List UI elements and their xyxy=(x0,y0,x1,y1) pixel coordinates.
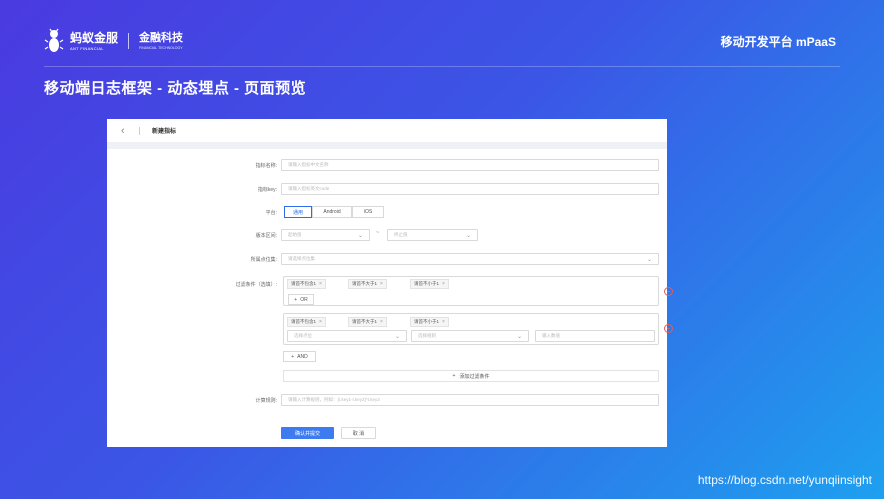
chevron-down-icon: ⌄ xyxy=(516,334,522,340)
add-condition-label: 添加过滤条件 xyxy=(459,373,490,380)
filter-label: 过滤条件（选填）: xyxy=(235,282,277,288)
add-or-button[interactable]: + OR xyxy=(288,294,314,305)
chevron-down-icon: ⌄ xyxy=(394,334,400,340)
platform-option-general[interactable]: 通用 xyxy=(284,206,312,218)
cancel-button[interactable]: 取 消 xyxy=(341,427,376,439)
remove-group-1-icon[interactable] xyxy=(664,287,673,296)
header-divider xyxy=(44,66,840,67)
chevron-down-icon: ⌄ xyxy=(646,257,652,263)
condition-tag[interactable]: 请首不包含1 × xyxy=(287,317,326,327)
watermark: https://blog.csdn.net/yunqiinsight xyxy=(697,473,872,487)
chevron-down-icon: ⌄ xyxy=(465,233,471,239)
logo-cn: 蚂蚁金服 xyxy=(70,30,119,45)
tag-text: 请首不包含1 xyxy=(291,319,317,324)
platform-option-ios[interactable]: iOS xyxy=(352,206,384,218)
tag-text: 请首不小于1 xyxy=(414,281,440,286)
close-icon[interactable]: × xyxy=(319,319,322,325)
confirm-button[interactable]: 确认并提交 xyxy=(281,427,334,439)
remove-group-2-icon[interactable] xyxy=(664,324,673,333)
add-and-button[interactable]: + AND xyxy=(283,351,316,362)
logo-sub-cn: 金融科技 xyxy=(139,32,184,44)
name-label: 指标名称: xyxy=(255,163,277,169)
slide-title: 移动端日志框架 - 动态埋点 - 页面预览 xyxy=(44,80,307,97)
points-select-text: 请选择点位集 xyxy=(288,256,315,261)
condition-tag[interactable]: 请首不小于1 × xyxy=(410,317,449,327)
name-input[interactable]: 请输入指标中文名称 xyxy=(281,159,659,171)
add-condition-button[interactable]: + 添加过滤条件 xyxy=(283,370,659,382)
logo-sub-en: FINANCIAL TECHNOLOGY xyxy=(139,46,183,50)
calc-label: 计算规则: xyxy=(255,398,277,404)
panel-strip xyxy=(107,143,667,149)
condition-group-1: 请首不包含1 × 请首不大于1 × 请首不小于1 × + OR xyxy=(283,276,659,306)
top-bar: 蚂蚁金服 ANT FINANCIAL 金融科技 FINANCIAL TECHNO… xyxy=(0,0,884,70)
close-icon[interactable]: × xyxy=(380,281,383,287)
plus-icon: + xyxy=(291,353,295,360)
version-start-text: 起始值 xyxy=(288,232,302,237)
tag-text: 请首不包含1 xyxy=(291,281,317,286)
version-end-select[interactable]: 终止值 ⌄ xyxy=(387,229,478,241)
condition-tag[interactable]: 请首不包含1 × xyxy=(287,279,326,289)
back-icon[interactable]: ‹ xyxy=(121,125,139,137)
key-input[interactable]: 请输入指标英文code xyxy=(281,183,659,195)
points-select[interactable]: 请选择点位集 ⌄ xyxy=(281,253,659,265)
points-label: 所属点位集: xyxy=(250,257,277,263)
platform-name: 移动开发平台 mPaaS xyxy=(720,35,836,49)
select-point-text: 选择点位 xyxy=(294,333,312,338)
tag-text: 请首不大于1 xyxy=(352,319,378,324)
plus-icon: + xyxy=(294,296,298,303)
key-label: 指标key: xyxy=(257,187,277,193)
or-label: OR xyxy=(300,296,308,303)
logo-sub: 金融科技 FINANCIAL TECHNOLOGY xyxy=(139,32,183,50)
close-icon[interactable]: × xyxy=(319,281,322,287)
and-label: AND xyxy=(297,353,308,360)
condition-group-2: 请首不包含1 × 请首不大于1 × 请首不小于1 × 选择点位 ⌄ 选择规则 ⌄ 输入… xyxy=(283,313,659,345)
chevron-down-icon: ⌄ xyxy=(357,233,363,239)
value-input[interactable]: 输入数值 xyxy=(535,330,655,342)
logo-en: ANT FINANCIAL xyxy=(70,45,104,51)
tag-text: 请首不大于1 xyxy=(352,281,378,286)
select-rule-dropdown[interactable]: 选择规则 ⌄ xyxy=(411,330,529,342)
platform-option-android[interactable]: Android xyxy=(312,206,352,218)
version-start-select[interactable]: 起始值 ⌄ xyxy=(281,229,370,241)
close-icon[interactable]: × xyxy=(442,319,445,325)
header-separator xyxy=(139,126,140,135)
logo-text: 蚂蚁金服 ANT FINANCIAL xyxy=(70,32,118,51)
ant-logo-icon xyxy=(44,28,64,52)
tag-text: 请首不小于1 xyxy=(414,319,440,324)
logo-divider xyxy=(128,33,130,49)
version-tilde: ~ xyxy=(376,230,380,236)
select-point-dropdown[interactable]: 选择点位 ⌄ xyxy=(287,330,407,342)
version-end-text: 终止值 xyxy=(394,232,408,237)
close-icon[interactable]: × xyxy=(442,281,445,287)
panel-header: ‹ 新建指标 xyxy=(107,119,667,143)
panel-title: 新建指标 xyxy=(152,129,177,135)
calc-input[interactable]: 请输入计算规则，例如：{t.key1-t.key2}*t.key3 xyxy=(281,394,659,406)
condition-tag[interactable]: 请首不大于1 × xyxy=(348,317,387,327)
plus-icon: + xyxy=(452,373,456,379)
condition-tag[interactable]: 请首不小于1 × xyxy=(410,279,449,289)
close-icon[interactable]: × xyxy=(380,319,383,325)
version-label: 版本区间: xyxy=(255,233,277,239)
condition-tag[interactable]: 请首不大于1 × xyxy=(348,279,387,289)
platform-label: 平台: xyxy=(265,210,277,216)
form-panel: ‹ 新建指标 指标名称: 请输入指标中文名称 指标key: 请输入指标英文cod… xyxy=(107,119,673,447)
logo: 蚂蚁金服 ANT FINANCIAL 金融科技 FINANCIAL TECHNO… xyxy=(44,28,183,54)
select-rule-text: 选择规则 xyxy=(418,333,436,338)
